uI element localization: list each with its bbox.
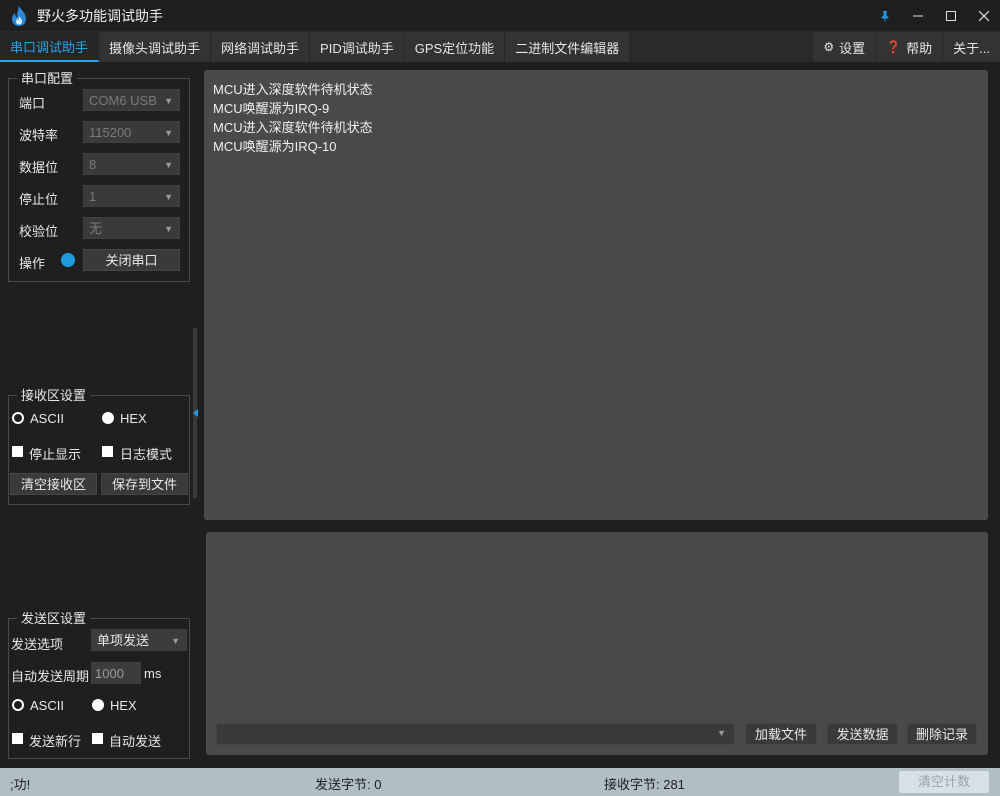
port-label: 端口 [19,96,46,111]
receive-text-area[interactable]: MCU进入深度软件待机状态 MCU唤醒源为IRQ-9 MCU进入深度软件待机状态… [204,70,988,520]
chevron-down-icon: ▼ [164,224,173,234]
auto-send-checkbox[interactable] [92,733,103,744]
recv-ascii-label: ASCII [30,411,64,426]
close-port-button[interactable]: 关闭串口 [83,249,180,271]
chevron-down-icon: ▼ [164,128,173,138]
chevron-down-icon: ▼ [171,636,180,646]
period-unit-label: ms [144,666,162,681]
send-hex-label: HEX [110,698,137,713]
chevron-down-icon: ▼ [164,96,173,106]
port-status-indicator [61,253,75,267]
recv-hex-label: HEX [120,411,147,426]
status-message: ;功! [10,777,31,792]
send-settings-title: 发送区设置 [17,611,91,626]
window-controls [868,0,1000,32]
auto-period-label: 自动发送周期 [11,669,90,684]
recv-ascii-radio[interactable] [12,412,24,424]
load-file-button[interactable]: 加载文件 [745,723,817,745]
auto-send-label: 自动发送 [109,734,162,749]
receive-line: MCU进入深度软件待机状态 [213,120,373,135]
port-select[interactable]: COM6 USB ▼ [83,89,180,111]
stopbits-label: 停止位 [19,192,59,207]
chevron-down-icon: ▼ [717,728,726,738]
send-option-label: 发送选项 [11,637,64,652]
tab-serial-assistant[interactable]: 串口调试助手 [0,32,100,62]
clear-receive-button[interactable]: 清空接收区 [10,473,97,495]
tab-pid-assistant[interactable]: PID调试助手 [310,32,405,62]
send-text-area[interactable]: ▼ 加载文件 发送数据 删除记录 [206,532,988,755]
tab-right-group: ⚙ 设置 ❓ 帮助 关于... [812,32,1000,62]
delete-record-button[interactable]: 删除记录 [907,723,977,745]
settings-button[interactable]: ⚙ 设置 [812,32,876,62]
chevron-down-icon: ▼ [164,160,173,170]
databits-label: 数据位 [19,160,59,175]
recv-hex-radio[interactable] [102,412,114,424]
minimize-icon[interactable] [901,0,934,32]
parity-label: 校验位 [19,224,59,239]
serial-config-title: 串口配置 [17,71,78,86]
chevron-down-icon: ▼ [164,192,173,202]
receive-settings-title: 接收区设置 [17,388,91,403]
send-history-select[interactable]: ▼ [216,723,735,745]
pin-icon[interactable] [868,0,901,32]
maximize-icon[interactable] [934,0,967,32]
tab-gps[interactable]: GPS定位功能 [404,32,506,62]
stop-display-checkbox[interactable] [12,446,23,457]
flame-logo-icon [12,5,26,26]
send-data-button[interactable]: 发送数据 [827,723,898,745]
baud-label: 波特率 [19,128,59,143]
parity-select[interactable]: 无 ▼ [83,217,180,239]
clear-count-button[interactable]: 清空计数 [899,771,989,793]
collapse-arrow-icon[interactable] [193,409,198,417]
stop-display-label: 停止显示 [29,447,82,462]
sent-bytes-counter: 发送字节: 0 [315,777,382,792]
send-newline-checkbox[interactable] [12,733,23,744]
about-button[interactable]: 关于... [942,32,1000,62]
status-bar: ;功! 发送字节: 0 接收字节: 281 清空计数 [0,768,1000,796]
send-newline-label: 发送新行 [29,734,82,749]
send-ascii-label: ASCII [30,698,64,713]
gear-icon: ⚙ [823,40,835,54]
window-title: 野火多功能调试助手 [37,7,163,24]
receive-line: MCU唤醒源为IRQ-10 [213,139,337,154]
close-icon[interactable] [967,0,1000,32]
send-ascii-radio[interactable] [12,699,24,711]
send-option-select[interactable]: 单项发送 ▼ [91,629,187,651]
tab-bar: 串口调试助手 摄像头调试助手 网络调试助手 PID调试助手 GPS定位功能 二进… [0,32,1000,62]
log-mode-label: 日志模式 [120,447,173,462]
tab-network-assistant[interactable]: 网络调试助手 [211,32,311,62]
stopbits-select[interactable]: 1 ▼ [83,185,180,207]
operation-label: 操作 [19,256,46,271]
recv-bytes-counter: 接收字节: 281 [604,777,685,792]
send-hex-radio[interactable] [92,699,104,711]
databits-select[interactable]: 8 ▼ [83,153,180,175]
tab-camera-assistant[interactable]: 摄像头调试助手 [99,32,212,62]
title-bar: 野火多功能调试助手 [0,0,1000,32]
log-mode-checkbox[interactable] [102,446,113,457]
receive-line: MCU进入深度软件待机状态 [213,82,373,97]
save-to-file-button[interactable]: 保存到文件 [101,473,188,495]
receive-line: MCU唤醒源为IRQ-9 [213,101,330,116]
help-icon: ❓ [886,40,902,54]
help-button[interactable]: ❓ 帮助 [875,32,943,62]
baud-select[interactable]: 115200 ▼ [83,121,180,143]
auto-period-input[interactable]: 1000 [91,662,141,684]
tab-binary-editor[interactable]: 二进制文件编辑器 [505,32,631,62]
